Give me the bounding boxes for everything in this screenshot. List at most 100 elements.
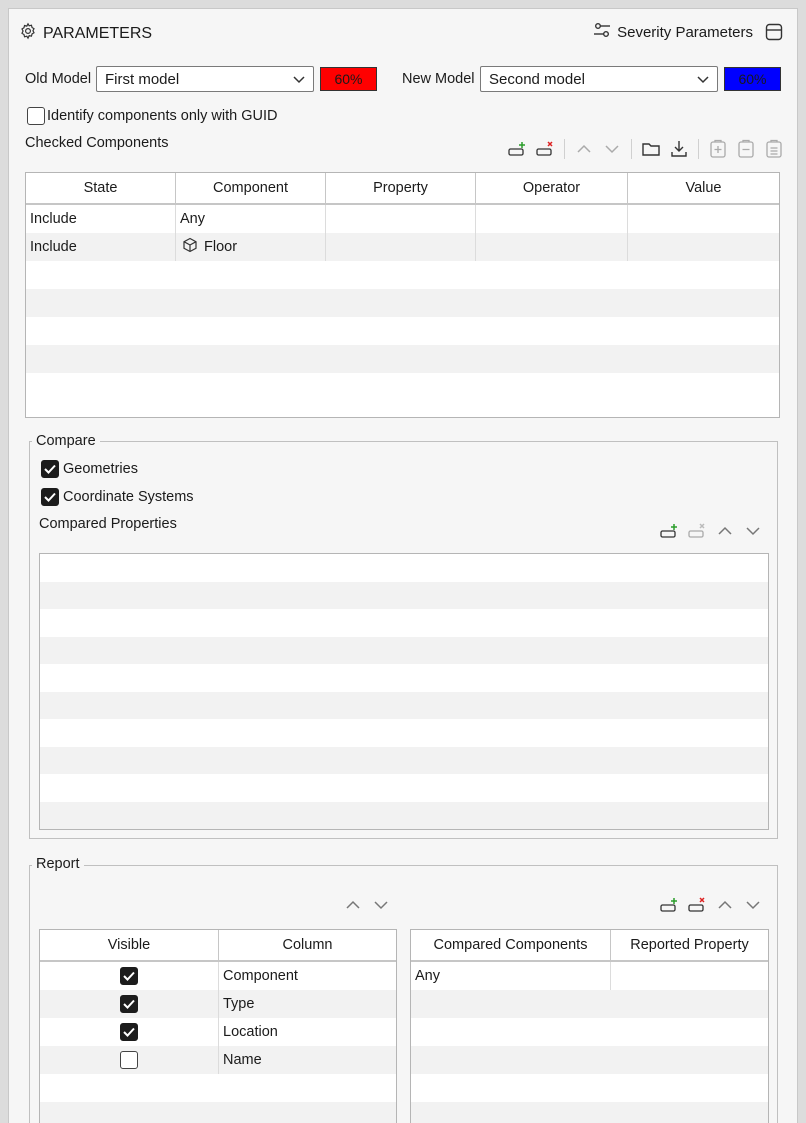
checked-components-table: State Component Property Operator Value … xyxy=(25,172,780,418)
gear-icon xyxy=(19,22,37,45)
move-up-icon[interactable] xyxy=(714,894,736,916)
move-up-icon[interactable] xyxy=(573,138,595,160)
new-model-color-swatch[interactable]: 60% xyxy=(724,67,781,91)
remove-row-icon[interactable] xyxy=(686,520,708,542)
column-cell[interactable]: Name xyxy=(219,1046,396,1074)
report-columns-toolbar xyxy=(342,894,392,916)
empty-row xyxy=(40,774,768,802)
value-cell[interactable] xyxy=(628,205,779,233)
checked-components-toolbar xyxy=(506,138,785,160)
new-model-label: New Model xyxy=(402,71,475,87)
value-cell[interactable] xyxy=(628,233,779,261)
column-cell[interactable]: Component xyxy=(219,962,396,990)
column-header-state[interactable]: State xyxy=(26,173,176,203)
coordinate-systems-checkbox[interactable] xyxy=(41,488,59,506)
panel-toggle-icon[interactable] xyxy=(765,23,783,44)
column-header-value[interactable]: Value xyxy=(628,173,779,203)
empty-row xyxy=(26,373,779,401)
old-model-label: Old Model xyxy=(25,71,92,87)
clipboard-list-icon[interactable] xyxy=(763,138,785,160)
coordinate-systems-option[interactable]: Coordinate Systems xyxy=(41,488,194,506)
old-model-color-swatch[interactable]: 60% xyxy=(320,67,377,91)
operator-cell[interactable] xyxy=(476,205,628,233)
property-cell[interactable] xyxy=(326,205,476,233)
old-model-select[interactable]: First model xyxy=(96,66,314,92)
add-row-icon[interactable] xyxy=(658,520,680,542)
table-row[interactable]: Name xyxy=(40,1046,396,1074)
move-down-icon[interactable] xyxy=(742,894,764,916)
visible-cell[interactable] xyxy=(40,1046,219,1074)
severity-parameters-button[interactable]: Severity Parameters xyxy=(593,22,753,42)
empty-row xyxy=(40,1074,396,1102)
reported-property-cell[interactable] xyxy=(611,962,768,990)
remove-row-icon[interactable] xyxy=(534,138,556,160)
table-row[interactable]: Type xyxy=(40,990,396,1018)
download-icon[interactable] xyxy=(668,138,690,160)
visible-cell[interactable] xyxy=(40,962,219,990)
add-row-icon[interactable] xyxy=(506,138,528,160)
column-cell[interactable]: Type xyxy=(219,990,396,1018)
visible-cell[interactable] xyxy=(40,1018,219,1046)
guid-option[interactable]: Identify components only with GUID xyxy=(27,107,278,125)
column-cell[interactable]: Location xyxy=(219,1018,396,1046)
table-row[interactable]: Include Floor xyxy=(26,233,779,261)
report-properties-table: Compared Components Reported Property An… xyxy=(410,929,769,1123)
visible-checkbox[interactable] xyxy=(120,1023,138,1041)
add-row-icon[interactable] xyxy=(658,894,680,916)
empty-row xyxy=(26,289,779,317)
table-body: Any xyxy=(411,962,768,1123)
visible-checkbox[interactable] xyxy=(120,995,138,1013)
visible-cell[interactable] xyxy=(40,990,219,1018)
column-header-property[interactable]: Property xyxy=(326,173,476,203)
table-body: Include Any Include Floor xyxy=(26,205,779,401)
clipboard-add-icon[interactable] xyxy=(707,138,729,160)
state-cell[interactable]: Include xyxy=(26,233,176,261)
clipboard-remove-icon[interactable] xyxy=(735,138,757,160)
cube-icon xyxy=(182,237,198,257)
column-header-compared-components[interactable]: Compared Components xyxy=(411,930,611,960)
column-header-column[interactable]: Column xyxy=(219,930,396,960)
table-row[interactable]: Location xyxy=(40,1018,396,1046)
table-header: Visible Column xyxy=(40,930,396,962)
table-row[interactable]: Any xyxy=(411,962,768,990)
column-header-component[interactable]: Component xyxy=(176,173,326,203)
move-up-icon[interactable] xyxy=(714,520,736,542)
empty-row xyxy=(411,1102,768,1123)
toolbar-separator xyxy=(564,139,565,159)
operator-cell[interactable] xyxy=(476,233,628,261)
geometries-option[interactable]: Geometries xyxy=(41,460,138,478)
component-cell[interactable]: Any xyxy=(176,205,326,233)
table-row[interactable]: Component xyxy=(40,962,396,990)
parameters-panel: PARAMETERS Severity Parameters Old Model… xyxy=(8,8,798,1123)
open-folder-icon[interactable] xyxy=(640,138,662,160)
remove-row-icon[interactable] xyxy=(686,894,708,916)
report-title: Report xyxy=(32,856,84,872)
geometries-checkbox[interactable] xyxy=(41,460,59,478)
visible-checkbox[interactable] xyxy=(120,967,138,985)
sliders-icon xyxy=(593,22,611,42)
empty-row xyxy=(26,345,779,373)
visible-checkbox[interactable] xyxy=(120,1051,138,1069)
empty-row xyxy=(40,1102,396,1123)
move-down-icon[interactable] xyxy=(601,138,623,160)
new-model-select[interactable]: Second model xyxy=(480,66,718,92)
empty-row xyxy=(40,554,768,582)
column-header-visible[interactable]: Visible xyxy=(40,930,219,960)
report-columns-table: Visible Column Component Type Location N… xyxy=(39,929,397,1123)
move-down-icon[interactable] xyxy=(370,894,392,916)
state-cell[interactable]: Include xyxy=(26,205,176,233)
move-up-icon[interactable] xyxy=(342,894,364,916)
column-header-operator[interactable]: Operator xyxy=(476,173,628,203)
compared-component-cell[interactable]: Any xyxy=(411,962,611,990)
table-body: Component Type Location Name xyxy=(40,962,396,1123)
table-row[interactable]: Include Any xyxy=(26,205,779,233)
checked-components-title: Checked Components xyxy=(25,135,169,151)
column-header-reported-property[interactable]: Reported Property xyxy=(611,930,768,960)
component-cell[interactable]: Floor xyxy=(176,233,326,261)
move-down-icon[interactable] xyxy=(742,520,764,542)
report-properties-toolbar xyxy=(658,894,764,916)
empty-row xyxy=(40,609,768,637)
guid-checkbox[interactable] xyxy=(27,107,45,125)
coordinate-systems-label: Coordinate Systems xyxy=(63,489,194,505)
property-cell[interactable] xyxy=(326,233,476,261)
